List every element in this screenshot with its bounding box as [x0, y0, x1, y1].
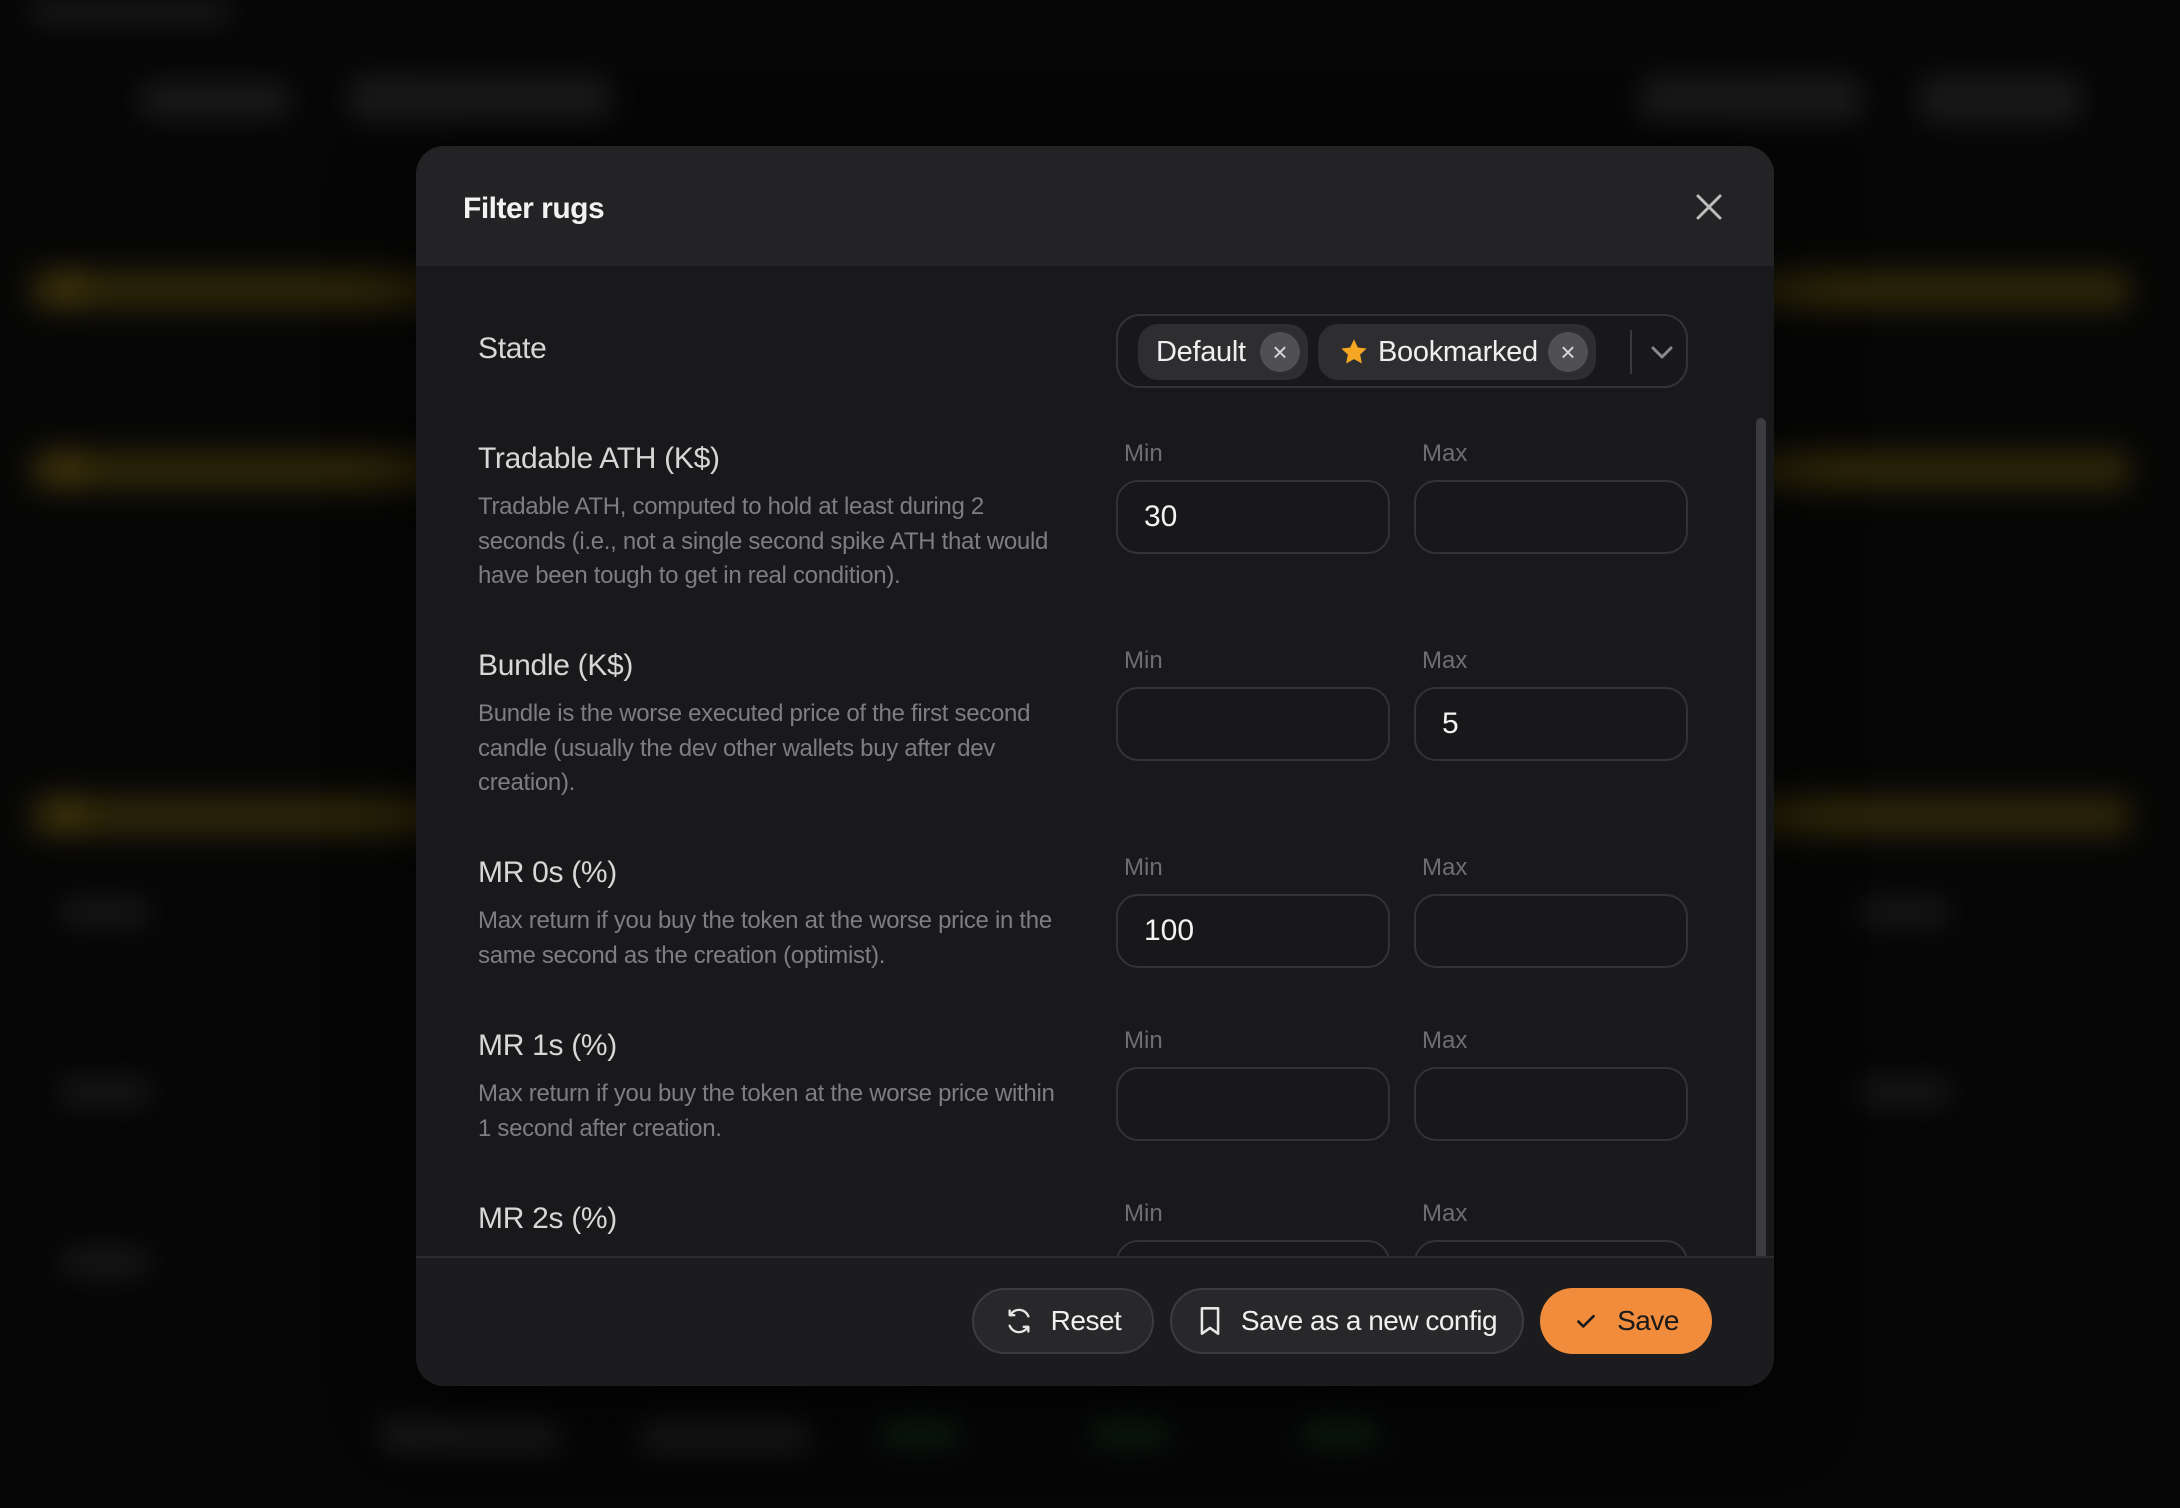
- chip-label: Default: [1156, 335, 1246, 368]
- max-label: Max: [1422, 440, 1468, 467]
- filter-title: Bundle (K$): [478, 649, 634, 682]
- state-chip-bookmarked: Bookmarked ×: [1318, 324, 1596, 380]
- min-label: Min: [1124, 854, 1163, 881]
- filter-description: Tradable ATH, computed to hold at least …: [478, 493, 1049, 589]
- save-config-label: Save as a new config: [1240, 1305, 1498, 1336]
- max-label: Max: [1422, 647, 1468, 674]
- mr-1s-max-input[interactable]: [1414, 1067, 1688, 1141]
- check-icon: [1573, 1308, 1599, 1334]
- filter-title: Tradable ATH (K$): [478, 442, 720, 475]
- state-chip-default: Default ×: [1138, 324, 1308, 380]
- filter-title: MR 1s (%): [478, 1029, 617, 1062]
- filter-description: Max return if you buy the token at the w…: [478, 1080, 1055, 1142]
- close-icon[interactable]: [1692, 190, 1726, 224]
- modal-title: Filter rugs: [463, 192, 605, 225]
- refresh-icon: [1005, 1307, 1033, 1335]
- save-button[interactable]: Save: [1540, 1288, 1712, 1354]
- max-label: Max: [1422, 854, 1468, 881]
- save-config-button[interactable]: Save as a new config: [1170, 1288, 1524, 1354]
- filter-modal: Filter rugs State Default × Bookmarked ×…: [416, 146, 1774, 1386]
- filter-row-mr-2s: MR 2s (%): [478, 1202, 1728, 1236]
- filter-title: MR 0s (%): [478, 856, 617, 889]
- save-label: Save: [1617, 1305, 1679, 1336]
- max-label: Max: [1422, 1200, 1468, 1227]
- chip-label: Bookmarked: [1378, 335, 1538, 368]
- scrollbar[interactable]: [1756, 418, 1766, 1290]
- tradable-ath-min-input[interactable]: [1116, 480, 1390, 554]
- modal-header: Filter rugs: [416, 146, 1774, 266]
- filter-description: Bundle is the worse executed price of th…: [478, 700, 1031, 796]
- modal-footer: Reset Save as a new config Save: [416, 1256, 1774, 1386]
- reset-label: Reset: [1050, 1305, 1122, 1336]
- bookmark-icon: [1197, 1306, 1223, 1336]
- state-select[interactable]: Default × Bookmarked ×: [1116, 314, 1688, 388]
- mr-0s-min-input[interactable]: [1116, 894, 1390, 968]
- select-divider: [1630, 330, 1632, 374]
- filter-description: Max return if you buy the token at the w…: [478, 907, 1052, 969]
- min-label: Min: [1124, 1027, 1163, 1054]
- min-label: Min: [1124, 440, 1163, 467]
- star-icon: [1338, 336, 1370, 368]
- reset-button[interactable]: Reset: [972, 1288, 1154, 1354]
- bundle-min-input[interactable]: [1116, 687, 1390, 761]
- mr-0s-max-input[interactable]: [1414, 894, 1688, 968]
- chevron-down-icon[interactable]: [1644, 330, 1680, 374]
- bundle-max-input[interactable]: [1414, 687, 1688, 761]
- remove-chip-icon[interactable]: ×: [1260, 332, 1300, 372]
- remove-chip-icon[interactable]: ×: [1548, 332, 1588, 372]
- filter-title: MR 2s (%): [478, 1202, 617, 1235]
- max-label: Max: [1422, 1027, 1468, 1054]
- tradable-ath-max-input[interactable]: [1414, 480, 1688, 554]
- min-label: Min: [1124, 1200, 1163, 1227]
- mr-1s-min-input[interactable]: [1116, 1067, 1390, 1141]
- min-label: Min: [1124, 647, 1163, 674]
